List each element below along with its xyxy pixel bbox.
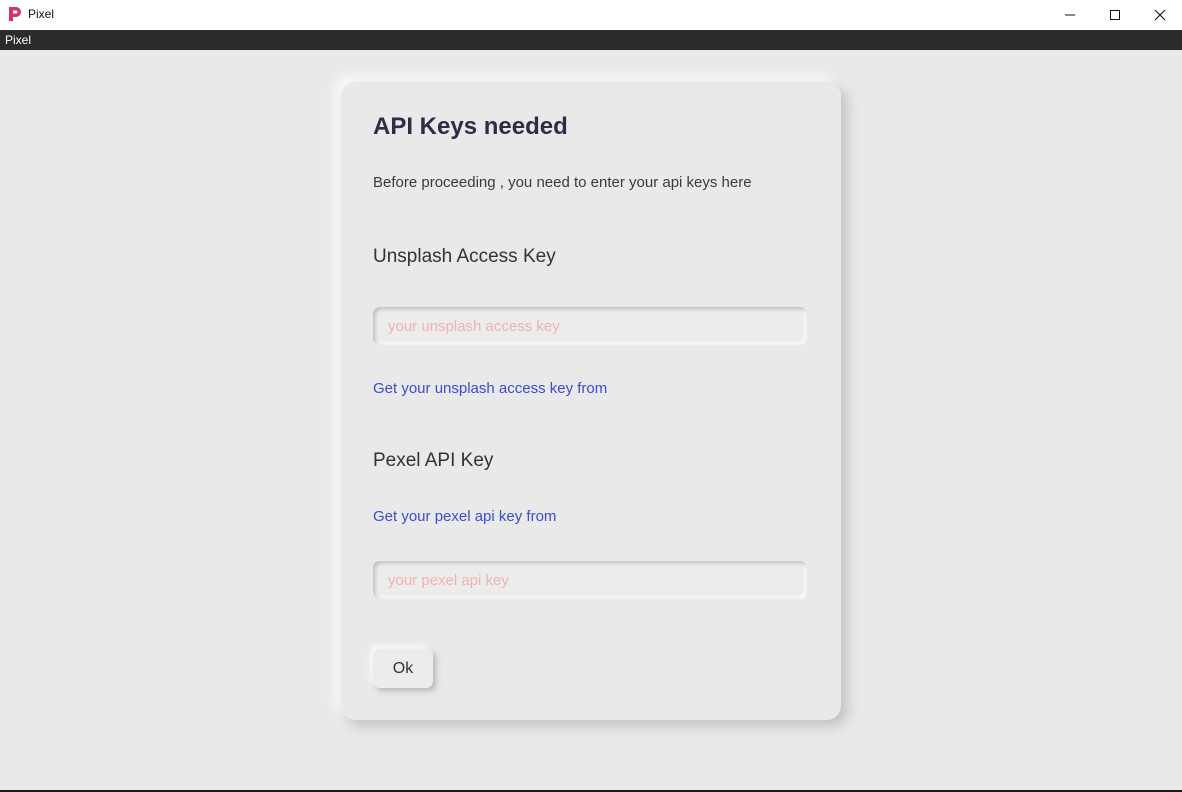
close-button[interactable] — [1137, 0, 1182, 30]
maximize-icon — [1110, 10, 1120, 20]
minimize-icon — [1065, 14, 1075, 16]
pexel-key-input[interactable] — [373, 561, 807, 599]
window-titlebar: Pixel — [0, 0, 1182, 30]
minimize-button[interactable] — [1047, 0, 1093, 30]
pexel-help-link[interactable]: Get your pexel api key from — [373, 508, 556, 525]
menubar: Pixel — [0, 30, 1182, 50]
ok-button[interactable]: Ok — [373, 649, 433, 688]
window-title: Pixel — [28, 7, 55, 21]
pexel-key-label: Pexel API Key — [373, 450, 494, 471]
unsplash-key-label: Unsplash Access Key — [373, 246, 556, 267]
menu-item-pixel[interactable]: Pixel — [5, 33, 31, 47]
dialog-description: Before proceeding , you need to enter yo… — [373, 174, 752, 191]
dialog-title: API Keys needed — [373, 113, 568, 140]
pixel-logo-icon — [9, 7, 21, 21]
maximize-button[interactable] — [1092, 0, 1138, 30]
close-icon — [1154, 9, 1166, 21]
unsplash-help-link[interactable]: Get your unsplash access key from — [373, 380, 607, 397]
unsplash-key-input[interactable] — [373, 307, 807, 345]
